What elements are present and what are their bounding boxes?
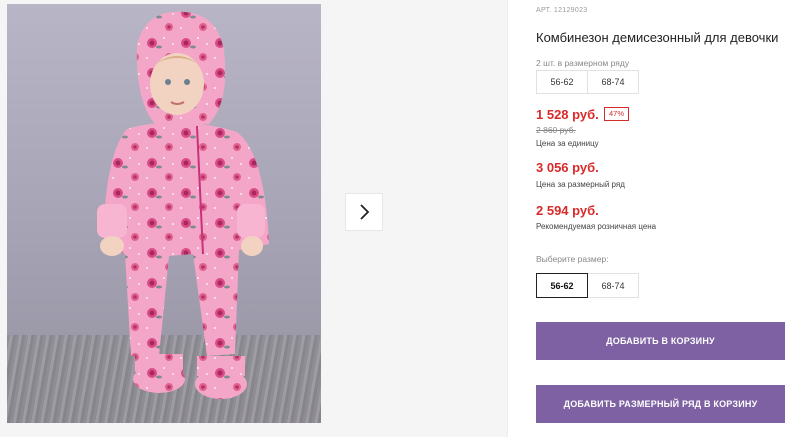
unit-price-caption: Цена за единицу bbox=[536, 139, 599, 148]
discount-badge: 47% bbox=[604, 107, 630, 121]
chevron-right-icon bbox=[360, 204, 370, 220]
retail-price: 2 594 руб. bbox=[536, 203, 599, 218]
article-number: АРТ. 12129023 bbox=[536, 7, 588, 14]
set-size-68-74: 68-74 bbox=[587, 70, 639, 94]
add-to-cart-button[interactable]: ДОБАВИТЬ В КОРЗИНУ bbox=[536, 322, 785, 360]
retail-price-caption: Рекомендуемая розничная цена bbox=[536, 222, 657, 231]
gallery-next-button[interactable] bbox=[345, 193, 383, 231]
product-photo bbox=[7, 4, 321, 423]
set-label: 2 шт. в размерном ряду bbox=[536, 58, 630, 68]
divider bbox=[507, 0, 508, 437]
set-sizes: 56-62 68-74 bbox=[536, 70, 639, 94]
set-size-56-62: 56-62 bbox=[536, 70, 588, 94]
size-option-56-62[interactable]: 56-62 bbox=[536, 273, 588, 298]
product-gallery bbox=[0, 0, 508, 437]
size-option-68-74[interactable]: 68-74 bbox=[587, 273, 639, 298]
size-selector: 56-62 68-74 bbox=[536, 273, 639, 298]
set-price: 3 056 руб. bbox=[536, 160, 599, 175]
product-title: Комбинезон демисезонный для девочки bbox=[536, 30, 779, 45]
add-set-to-cart-button[interactable]: ДОБАВИТЬ РАЗМЕРНЫЙ РЯД В КОРЗИНУ bbox=[536, 385, 785, 423]
set-price-caption: Цена за размерный ряд bbox=[536, 180, 625, 189]
old-price: 2 860 руб. bbox=[536, 125, 576, 135]
unit-price: 1 528 руб. bbox=[536, 107, 599, 122]
choose-size-label: Выберите размер: bbox=[536, 254, 609, 264]
